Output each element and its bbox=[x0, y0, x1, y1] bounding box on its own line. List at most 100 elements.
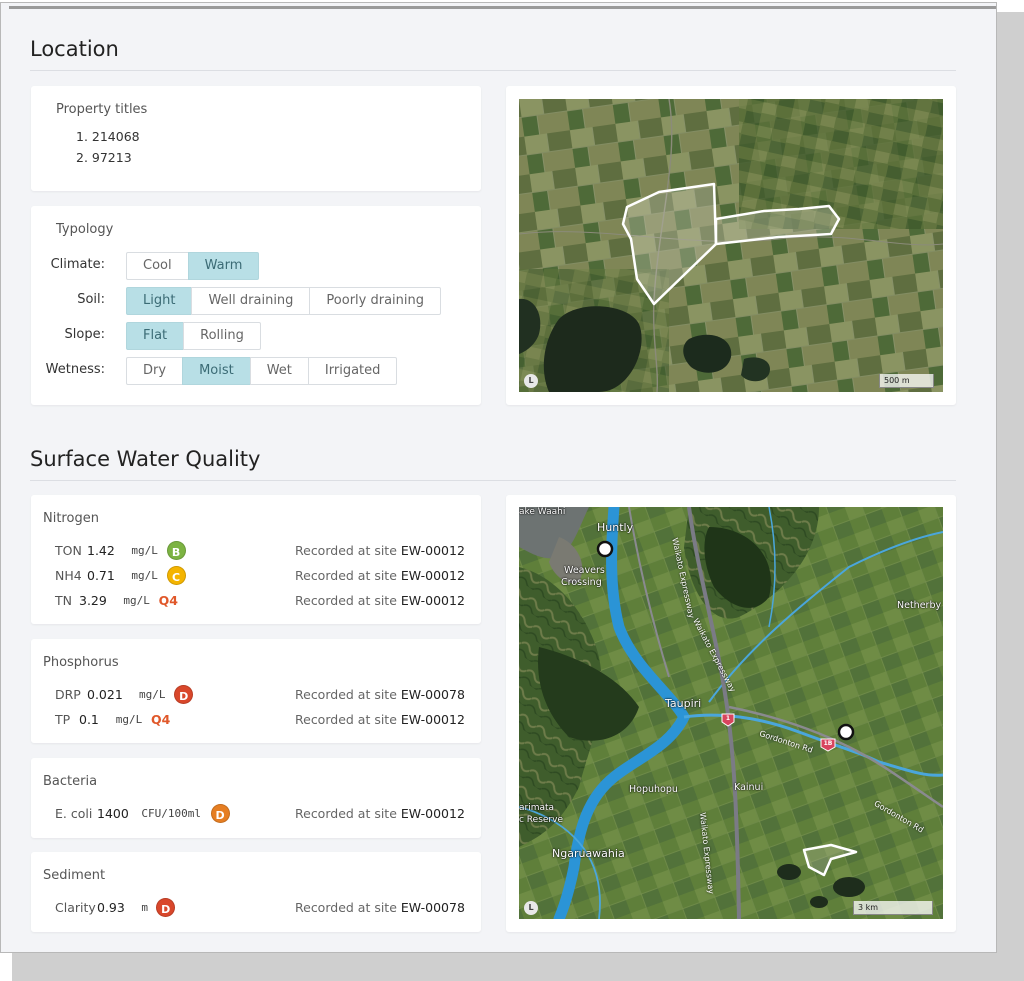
measure-unit: mg/L bbox=[115, 713, 143, 726]
map-place-label: Hopuhopu bbox=[629, 784, 678, 795]
map-scale-bar: 3 km bbox=[853, 901, 933, 915]
recorded-at-site: Recorded at site EW-00012 bbox=[295, 709, 465, 731]
property-title-item: 2. 97213 bbox=[76, 150, 132, 165]
property-titles-list: 1. 214068 2. 97213 bbox=[76, 126, 140, 168]
typology-option-button[interactable]: Cool bbox=[126, 252, 189, 280]
typology-label: Typology bbox=[56, 222, 114, 237]
water-quality-row: TON 1.42 mg/L B Recorded at site EW-00012 bbox=[55, 540, 465, 562]
measure-code: E. coli bbox=[55, 806, 93, 821]
measure-unit: m bbox=[141, 901, 149, 914]
report-page: Location Property titles 1. 214068 2. 97… bbox=[0, 2, 997, 953]
water-map[interactable]: Huntly Weavers Crossing Netherby Taupiri Hopu… bbox=[519, 507, 943, 919]
water-quality-row: TP 0.1 mg/L Q4 Recorded at site EW-00012 bbox=[55, 709, 465, 731]
sediment-title: Sediment bbox=[43, 868, 106, 883]
measure-code: TN bbox=[55, 593, 72, 608]
map-place-label: ake Waahi bbox=[519, 507, 566, 517]
recorded-at-site: Recorded at site EW-00012 bbox=[295, 540, 465, 562]
recorded-at-site: Recorded at site EW-00012 bbox=[295, 803, 465, 825]
site-id[interactable]: EW-00078 bbox=[401, 687, 465, 702]
measure-value: 3.29 bbox=[79, 593, 107, 608]
measure-unit: mg/L bbox=[131, 569, 158, 582]
map-place-label: Kainui bbox=[734, 782, 764, 793]
property-titles-card: Property titles 1. 214068 2. 97213 bbox=[31, 86, 481, 191]
measure-unit: mg/L bbox=[131, 544, 158, 557]
typology-row-label: Soil: bbox=[77, 292, 105, 307]
map-place-label: arimata bbox=[519, 803, 555, 813]
typology-card: Typology Climate: Cool Warm Soil: Light Well … bbox=[31, 206, 481, 405]
measure-unit: mg/L bbox=[123, 594, 150, 607]
section-title-location: Location bbox=[30, 37, 119, 61]
typology-option-button[interactable]: Moist bbox=[182, 357, 251, 385]
measure-code: DRP bbox=[55, 687, 81, 702]
recorded-at-site: Recorded at site EW-00012 bbox=[295, 590, 465, 612]
typology-option-group: Dry Moist Wet Irrigated bbox=[126, 357, 398, 385]
site-id[interactable]: EW-00012 bbox=[401, 712, 465, 727]
quartile-label: Q4 bbox=[158, 593, 178, 608]
typology-option-button[interactable]: Poorly draining bbox=[309, 287, 442, 315]
typology-option-button[interactable]: Dry bbox=[126, 357, 184, 385]
grade-badge: D bbox=[156, 898, 176, 917]
recorded-at-site: Recorded at site EW-00078 bbox=[295, 684, 465, 706]
location-satellite-image bbox=[519, 99, 943, 392]
typology-option-button[interactable]: Well draining bbox=[191, 287, 311, 315]
phosphorus-title: Phosphorus bbox=[43, 655, 119, 670]
measure-value: 1.42 bbox=[87, 543, 115, 558]
water-quality-row: TN 3.29 mg/L Q4 Recorded at site EW-00012 bbox=[55, 590, 465, 612]
recorded-prefix: Recorded at site bbox=[295, 593, 397, 608]
nitrogen-title: Nitrogen bbox=[43, 511, 99, 526]
property-title-item: 1. 214068 bbox=[76, 129, 140, 144]
water-map-card: Huntly Weavers Crossing Netherby Taupiri Hopu… bbox=[506, 495, 956, 932]
map-attribution-icon[interactable]: L bbox=[524, 374, 538, 388]
bacteria-card: Bacteria E. coli 1400 CFU/100ml D Recorded a… bbox=[31, 758, 481, 838]
typology-option-button[interactable]: Rolling bbox=[183, 322, 261, 350]
phosphorus-card: Phosphorus DRP 0.021 mg/L D Recorded at site… bbox=[31, 639, 481, 743]
water-quality-row: E. coli 1400 CFU/100ml D Recorded at site EW… bbox=[55, 803, 465, 825]
map-place-label: Weavers bbox=[564, 565, 605, 576]
site-id[interactable]: EW-00078 bbox=[401, 900, 465, 915]
site-id[interactable]: EW-00012 bbox=[401, 543, 465, 558]
site-id[interactable]: EW-00012 bbox=[401, 593, 465, 608]
top-border bbox=[9, 6, 996, 9]
recorded-prefix: Recorded at site bbox=[295, 543, 397, 558]
typology-option-button[interactable]: Irrigated bbox=[307, 357, 398, 385]
site-id[interactable]: EW-00012 bbox=[401, 568, 465, 583]
recorded-prefix: Recorded at site bbox=[295, 806, 397, 821]
site-id[interactable]: EW-00012 bbox=[401, 806, 465, 821]
map-place-label: Huntly bbox=[597, 521, 634, 534]
measure-code: TP bbox=[55, 712, 71, 727]
typology-row-label: Wetness: bbox=[45, 362, 105, 377]
typology-row-label: Slope: bbox=[64, 327, 105, 342]
section-title-water-quality: Surface Water Quality bbox=[30, 447, 261, 471]
measure-value: 0.93 bbox=[97, 900, 125, 915]
sediment-card: Sediment Clarity 0.93 m D Recorded at site E… bbox=[31, 852, 481, 932]
typology-option-group: Light Well draining Poorly draining bbox=[126, 287, 442, 315]
recorded-prefix: Recorded at site bbox=[295, 900, 397, 915]
map-attribution-icon[interactable]: L bbox=[524, 901, 538, 915]
typology-option-button[interactable]: Warm bbox=[187, 252, 260, 280]
typology-option-button[interactable]: Light bbox=[126, 287, 193, 315]
typology-row-label: Climate: bbox=[50, 257, 105, 272]
recorded-at-site: Recorded at site EW-00078 bbox=[295, 897, 465, 919]
typology-option-group: Flat Rolling bbox=[126, 322, 261, 350]
typology-option-button[interactable]: Wet bbox=[249, 357, 309, 385]
map-place-label: Taupiri bbox=[665, 697, 702, 710]
map-place-label: Crossing bbox=[561, 577, 602, 588]
property-titles-label: Property titles bbox=[56, 102, 148, 117]
nitrogen-card: Nitrogen TON 1.42 mg/L B Recorded at site EW… bbox=[31, 495, 481, 624]
measure-code: TON bbox=[55, 543, 82, 558]
measure-code: NH4 bbox=[55, 568, 82, 583]
highway-shield-label: 1 bbox=[725, 715, 731, 722]
recorded-prefix: Recorded at site bbox=[295, 687, 397, 702]
grade-badge: D bbox=[174, 685, 194, 704]
measure-unit: CFU/100ml bbox=[141, 807, 201, 820]
map-place-label: Netherby bbox=[897, 600, 942, 611]
divider bbox=[30, 70, 956, 71]
measure-unit: mg/L bbox=[139, 688, 166, 701]
water-quality-row: DRP 0.021 mg/L D Recorded at site EW-00078 bbox=[55, 684, 465, 706]
water-quality-row: NH4 0.71 mg/L C Recorded at site EW-00012 bbox=[55, 565, 465, 587]
recorded-prefix: Recorded at site bbox=[295, 712, 397, 727]
typology-option-button[interactable]: Flat bbox=[126, 322, 185, 350]
recorded-at-site: Recorded at site EW-00012 bbox=[295, 565, 465, 587]
divider bbox=[30, 480, 956, 481]
location-map[interactable]: L 500 m bbox=[519, 99, 943, 392]
